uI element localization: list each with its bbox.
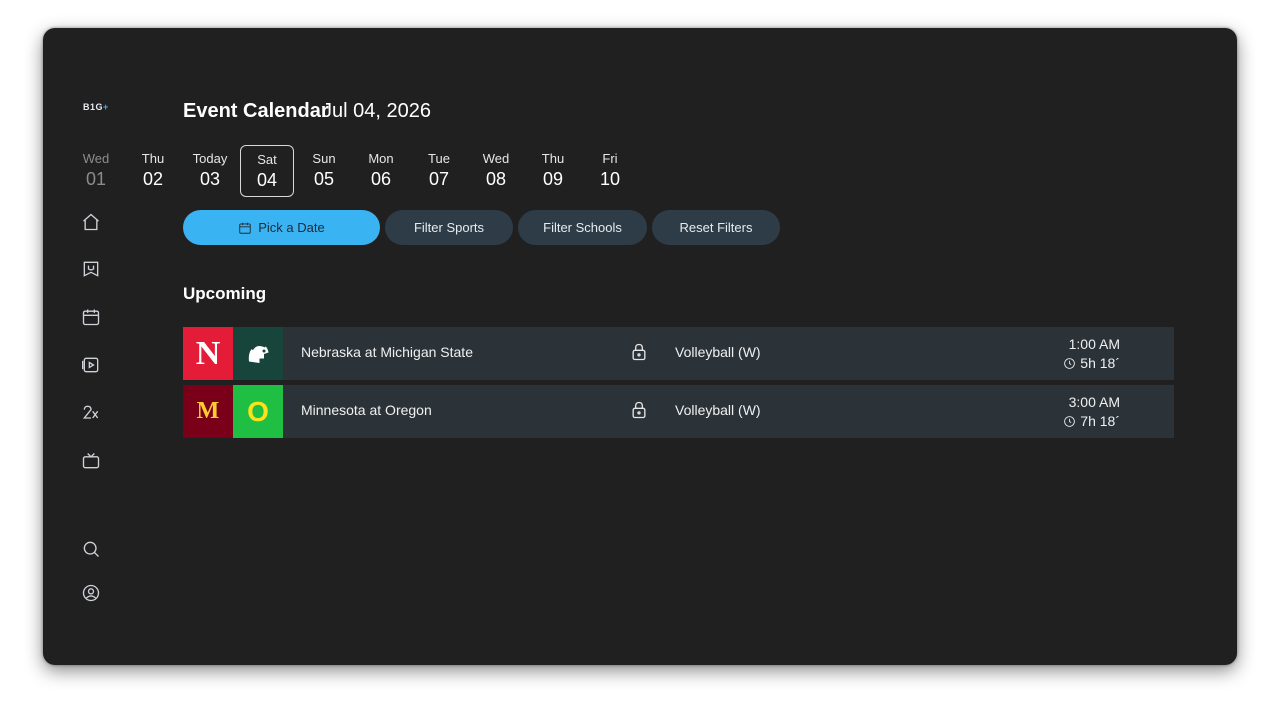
day-item[interactable]: Tue 07 xyxy=(412,145,466,197)
pick-date-label: Pick a Date xyxy=(258,220,325,235)
day-item[interactable]: Sun 05 xyxy=(297,145,351,197)
event-time: 3:00 AM xyxy=(1068,394,1120,410)
day-name: Fri xyxy=(602,151,618,166)
tv-screen: B1G+ Event Calendar Jul 04, 2026 Wed 01 … xyxy=(43,28,1237,665)
day-name: Wed xyxy=(82,151,110,166)
clock-icon xyxy=(1063,357,1076,370)
home-icon[interactable] xyxy=(80,211,102,233)
day-item[interactable]: Thu 09 xyxy=(526,145,580,197)
day-number: 03 xyxy=(199,169,221,189)
day-number: 02 xyxy=(142,169,164,189)
event-matchup: Nebraska at Michigan State xyxy=(301,344,473,360)
event-time-block: 3:00 AM 7h 18´ xyxy=(1063,393,1120,431)
scores-icon[interactable] xyxy=(80,402,102,424)
michigan-state-logo xyxy=(233,327,283,380)
filter-schools-label: Filter Schools xyxy=(543,220,622,235)
day-number: 01 xyxy=(85,169,107,189)
oregon-logo-text: O xyxy=(247,395,269,427)
lock-icon xyxy=(629,400,651,422)
event-countdown-row: 7h 18´ xyxy=(1063,412,1120,431)
day-item[interactable]: Fri 10 xyxy=(583,145,637,197)
day-name: Tue xyxy=(428,151,450,166)
day-name: Thu xyxy=(141,151,165,166)
day-name: Thu xyxy=(541,151,565,166)
event-countdown-row: 5h 18´ xyxy=(1063,354,1120,373)
event-sport: Volleyball (W) xyxy=(675,344,761,360)
event-matchup: Minnesota at Oregon xyxy=(301,402,432,418)
filter-sports-button[interactable]: Filter Sports xyxy=(385,210,513,245)
filter-schools-button[interactable]: Filter Schools xyxy=(518,210,647,245)
pick-date-button[interactable]: Pick a Date xyxy=(183,210,380,245)
event-countdown: 5h 18´ xyxy=(1080,355,1120,371)
day-number: 05 xyxy=(313,169,335,189)
page-title: Event Calendar xyxy=(183,100,329,122)
section-title: Upcoming xyxy=(183,284,267,303)
event-countdown: 7h 18´ xyxy=(1080,413,1120,429)
event-row[interactable]: M O Minnesota at Oregon Volleyball (W) 3… xyxy=(183,385,1174,438)
event-sport: Volleyball (W) xyxy=(675,402,761,418)
minnesota-logo-text: M xyxy=(196,398,220,424)
b1g-plus-logo: B1G+ xyxy=(83,102,109,112)
day-item[interactable]: Thu 02 xyxy=(126,145,180,197)
day-item[interactable]: Wed 01 xyxy=(69,145,123,197)
day-number: 09 xyxy=(542,169,564,189)
day-name: Wed xyxy=(482,151,510,166)
event-time-block: 1:00 AM 5h 18´ xyxy=(1063,335,1120,373)
event-time: 1:00 AM xyxy=(1068,336,1120,352)
day-number: 07 xyxy=(428,169,450,189)
lock-icon xyxy=(629,342,651,364)
day-number: 04 xyxy=(256,170,278,190)
day-name: Sun xyxy=(312,151,336,166)
tv-icon[interactable] xyxy=(80,450,102,472)
day-number: 10 xyxy=(599,169,621,189)
day-item[interactable]: Today 03 xyxy=(183,145,237,197)
profile-icon[interactable] xyxy=(80,582,102,604)
event-row[interactable]: N Nebraska at Michigan State Volleyball … xyxy=(183,327,1174,380)
day-name: Mon xyxy=(368,151,394,166)
logo-plus: + xyxy=(103,102,109,112)
reset-filters-button[interactable]: Reset Filters xyxy=(652,210,780,245)
day-item-selected[interactable]: Sat 04 xyxy=(240,145,294,197)
day-name: Sat xyxy=(257,152,277,167)
day-item[interactable]: Mon 06 xyxy=(354,145,408,197)
current-date: Jul 04, 2026 xyxy=(322,100,431,122)
calendar-icon[interactable] xyxy=(80,306,102,328)
filter-sports-label: Filter Sports xyxy=(413,220,485,235)
nebraska-logo-text: N xyxy=(195,334,221,372)
logo-text: B1G xyxy=(83,102,104,112)
oregon-logo: O xyxy=(233,385,283,438)
minnesota-logo: M xyxy=(183,385,233,438)
calendar-icon xyxy=(238,221,252,235)
nebraska-logo: N xyxy=(183,327,233,380)
day-number: 08 xyxy=(485,169,507,189)
spartan-helmet-icon xyxy=(248,343,269,363)
day-number: 06 xyxy=(370,169,392,189)
day-item[interactable]: Wed 08 xyxy=(469,145,523,197)
video-icon[interactable] xyxy=(80,354,102,376)
search-icon[interactable] xyxy=(80,538,102,560)
day-name: Today xyxy=(192,151,228,166)
bracket-icon[interactable] xyxy=(80,258,102,280)
clock-icon xyxy=(1063,415,1076,428)
reset-filters-label: Reset Filters xyxy=(679,220,753,235)
